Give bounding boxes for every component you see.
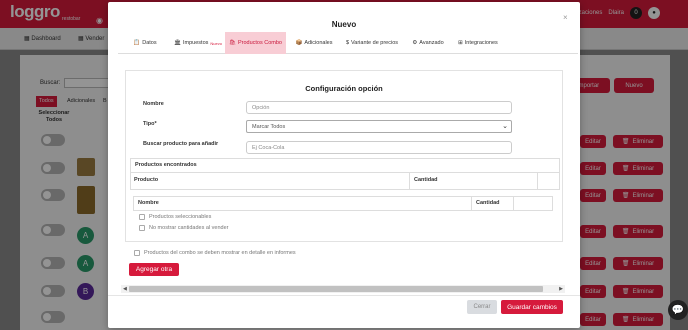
close-icon[interactable]: × <box>563 13 568 22</box>
show-combo-detail-label: Productos del combo se deben mostrar en … <box>144 250 296 256</box>
tab-variante-precios[interactable]: $ Variante de precios <box>344 32 400 54</box>
col-producto: Producto <box>130 173 410 189</box>
grid-icon: ⊞ <box>458 40 463 46</box>
dollar-icon: $ <box>345 40 350 46</box>
type-select[interactable]: Marcar Todos ⌄ <box>246 120 512 133</box>
bag-icon: 🛍 <box>228 40 236 46</box>
selectable-products-checkbox[interactable] <box>139 214 145 220</box>
selectable-products-label: Productos seleccionables <box>149 214 212 220</box>
footer-divider <box>108 295 580 296</box>
tab-avanzado[interactable]: ⚙ Avanzado <box>410 32 446 54</box>
name-label: Nombre <box>143 101 164 107</box>
new-badge: Nuevo <box>210 40 222 46</box>
card-title: Configuración opción <box>305 84 383 93</box>
arrow-left-icon[interactable]: ◀ <box>123 285 127 293</box>
save-button[interactable]: Guardar cambios <box>501 300 563 314</box>
hide-quantities-checkbox[interactable] <box>139 225 145 231</box>
scrollbar-thumb[interactable] <box>129 286 543 292</box>
col-nombre: Nombre <box>134 197 472 210</box>
found-products-title: Productos encontrados <box>130 158 560 173</box>
cancel-button[interactable]: Cerrar <box>467 300 497 314</box>
modal-title: Nuevo <box>331 20 357 29</box>
col-cantidad: Cantidad <box>472 197 514 210</box>
arrow-right-icon[interactable]: ▶ <box>559 285 563 293</box>
tab-integraciones[interactable]: ⊞ Integraciones <box>456 32 500 54</box>
tab-impuestos[interactable]: 🏛 Impuestos Nuevo <box>172 32 224 54</box>
chevron-down-icon: ⌄ <box>502 123 508 130</box>
name-input[interactable]: Opción <box>246 101 512 114</box>
add-other-button[interactable]: Agregar otra <box>129 263 179 276</box>
bank-icon: 🏛 <box>174 40 182 46</box>
hide-quantities-label: No mostrar cantidades al vender <box>149 225 229 231</box>
tab-adicionales[interactable]: 📦 Adicionales <box>292 32 336 54</box>
horizontal-scrollbar[interactable]: ◀ ▶ <box>121 285 565 293</box>
type-label: Tipo* <box>143 121 157 127</box>
clipboard-icon: 📋 <box>133 40 141 46</box>
search-product-input[interactable]: Ej Coca-Cola <box>246 141 512 154</box>
show-combo-detail-checkbox[interactable] <box>134 250 140 256</box>
search-product-label: Buscar producto para añadir <box>143 141 219 147</box>
modal-tabs: 📋 Datos 🏛 Impuestos Nuevo 🛍 Productos Co… <box>118 32 578 54</box>
selected-products-table: Nombre Cantidad <box>133 196 553 211</box>
chat-icon[interactable]: 💬 <box>668 300 688 320</box>
box-icon: 📦 <box>295 40 303 46</box>
tab-datos[interactable]: 📋 Datos <box>130 32 160 54</box>
gear-icon: ⚙ <box>412 40 418 46</box>
tab-productos-combo[interactable]: 🛍 Productos Combo <box>225 32 286 54</box>
col-cantidad: Cantidad <box>410 173 538 189</box>
